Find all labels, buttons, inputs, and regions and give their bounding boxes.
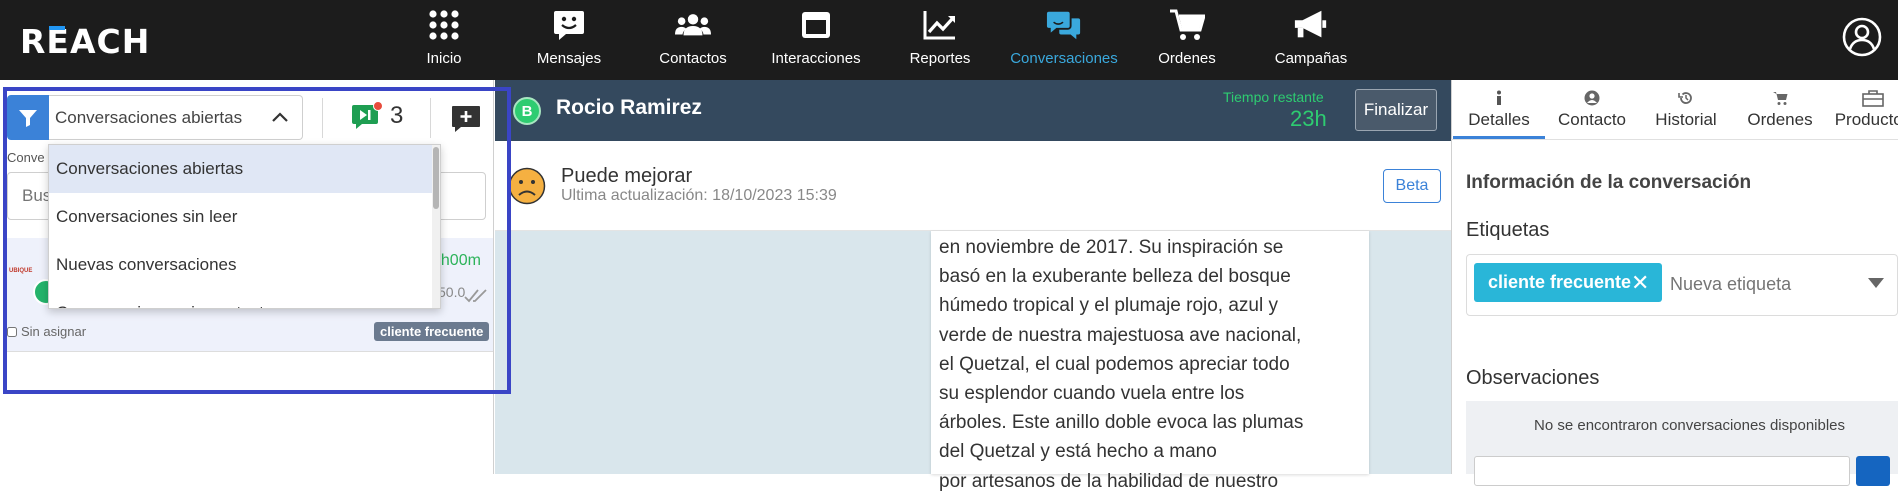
- time-remaining-label: Tiempo restante: [1223, 89, 1324, 105]
- nav-label: Contactos: [659, 50, 727, 67]
- filter-dropdown-menu[interactable]: Conversaciones abiertas Conversaciones s…: [48, 144, 441, 309]
- top-navbar: REACH Inicio Mensajes Contactos Interacc…: [0, 0, 1898, 80]
- user-account-icon[interactable]: [1842, 17, 1882, 57]
- message-text: en noviembre de 2017. Su inspiración se …: [939, 233, 1351, 496]
- time-remaining-value: 23h: [1290, 106, 1327, 131]
- nav-conversaciones[interactable]: Conversaciones: [1010, 8, 1118, 72]
- unassigned-label: Sin asignar: [21, 324, 87, 339]
- conversation-info-title: Información de la conversación: [1466, 172, 1752, 193]
- beta-button[interactable]: Beta: [1383, 169, 1441, 203]
- nav-label: Inicio: [426, 50, 462, 67]
- conversation-filter-select[interactable]: Conversaciones abiertas: [49, 95, 303, 140]
- observation-input[interactable]: [1474, 456, 1850, 486]
- nav-label: Mensajes: [536, 50, 602, 67]
- nav-ordenes[interactable]: Ordenes: [1158, 8, 1216, 72]
- new-conversations-counter[interactable]: 3: [352, 101, 403, 131]
- tabs-divider: [1451, 139, 1898, 140]
- observations-label: Observaciones: [1466, 367, 1600, 389]
- tab-label: Ordenes: [1747, 110, 1813, 129]
- nav-label: Conversaciones: [1010, 50, 1118, 67]
- remove-tag-icon[interactable]: ✕: [1631, 270, 1649, 296]
- unassigned-checkbox[interactable]: [7, 326, 17, 337]
- tab-historial[interactable]: Historial: [1651, 88, 1721, 140]
- history-icon: [1678, 88, 1694, 108]
- nav-label: Ordenes: [1158, 50, 1216, 67]
- dropdown-option[interactable]: Conversaciones sin leer: [49, 193, 440, 241]
- message-line: árboles. Este anillo doble evoca las plu…: [939, 412, 1304, 434]
- new-conversation-icon[interactable]: [451, 104, 481, 134]
- filter-selected-value: Conversaciones abiertas: [55, 107, 243, 127]
- new-tag-input[interactable]: [1670, 270, 1850, 298]
- message-line: del Quetzal y está hecho a mano: [939, 441, 1217, 463]
- window-icon: [798, 8, 834, 42]
- nav-mensajes[interactable]: Mensajes: [536, 8, 602, 72]
- new-count: 3: [390, 102, 404, 129]
- box-icon: [1861, 88, 1885, 108]
- active-tab-indicator: [1453, 136, 1545, 139]
- dropdown-scrollbar[interactable]: [432, 145, 440, 308]
- tab-label: Detalles: [1468, 110, 1530, 129]
- sentiment-title: Puede mejorar: [561, 165, 693, 187]
- conversations-label: Conve: [7, 150, 45, 165]
- message-line: húmedo tropical y el plumaje rojo, azul …: [939, 295, 1279, 317]
- message-line: basó en la exuberante belleza del bosque: [939, 266, 1291, 288]
- message-icon: [551, 8, 587, 42]
- caret-down-icon[interactable]: [1867, 277, 1885, 289]
- divider: [430, 98, 431, 138]
- user-circle-icon: [1584, 88, 1600, 108]
- info-icon: [1495, 88, 1503, 108]
- contact-name: Rocio Ramirez: [556, 96, 702, 119]
- filter-icon: [19, 109, 37, 127]
- observations-empty-message: No se encontraron conversaciones disponi…: [1534, 417, 1846, 434]
- nav-campanas[interactable]: Campañas: [1274, 8, 1348, 72]
- tab-label: Productos: [1834, 110, 1898, 129]
- tab-contacto[interactable]: Contacto: [1556, 88, 1628, 140]
- nav-inicio[interactable]: Inicio: [419, 8, 469, 72]
- message-line: el Quetzal, el cual podemos apreciar tod…: [939, 353, 1290, 375]
- reach-logo[interactable]: REACH: [20, 22, 150, 61]
- nav-contactos[interactable]: Contactos: [659, 8, 727, 72]
- nav-label: Campañas: [1274, 50, 1348, 67]
- message-line: en noviembre de 2017. Su inspiración se: [939, 237, 1284, 258]
- tab-detalles[interactable]: Detalles: [1466, 88, 1532, 140]
- nav-interacciones[interactable]: Interacciones: [771, 8, 861, 72]
- sad-face-icon: [508, 167, 546, 205]
- cart-icon: [1772, 88, 1788, 108]
- filter-button[interactable]: [7, 95, 49, 140]
- tags-label: Etiquetas: [1466, 219, 1550, 241]
- card-tag: cliente frecuente: [374, 322, 490, 341]
- nav-label: Reportes: [909, 50, 971, 67]
- grid-icon: [426, 8, 462, 42]
- megaphone-icon: [1293, 8, 1329, 42]
- message-line: por artesanos de la habilidad de nuestro: [939, 470, 1279, 492]
- dropdown-option[interactable]: Conversaciones abiertas: [49, 145, 440, 193]
- finish-button[interactable]: Finalizar: [1355, 89, 1437, 131]
- sentiment-updated: Ultima actualización: 18/10/2023 15:39: [561, 187, 837, 204]
- message-line: verde de nuestra majestuosa ave nacional…: [939, 324, 1302, 346]
- chevron-up-icon: [272, 112, 288, 122]
- chat-icon: [1046, 8, 1082, 42]
- card-amount: 50.0: [438, 284, 466, 300]
- chart-icon: [922, 8, 958, 42]
- cart-icon: [1169, 8, 1205, 42]
- users-icon: [675, 8, 711, 42]
- scrollbar-thumb[interactable]: [433, 147, 439, 209]
- message-line: su esplendor cuando vuela entre los: [939, 383, 1245, 405]
- tab-ordenes[interactable]: Ordenes: [1746, 88, 1814, 140]
- nav-reportes[interactable]: Reportes: [909, 8, 971, 72]
- unassigned-checkbox-row[interactable]: Sin asignar: [7, 324, 86, 339]
- tab-label: Contacto: [1557, 110, 1627, 129]
- whatsapp-business-icon: B: [513, 97, 541, 125]
- tab-productos[interactable]: Productos: [1833, 88, 1898, 140]
- nav-label: Interacciones: [771, 50, 861, 67]
- tag-chip-label: cliente frecuente: [1488, 272, 1632, 292]
- dropdown-option[interactable]: Nuevas conversaciones: [49, 241, 440, 289]
- double-check-icon: [464, 289, 487, 303]
- tab-label: Historial: [1655, 110, 1717, 129]
- send-observation-button[interactable]: [1856, 456, 1890, 486]
- divider: [322, 98, 323, 138]
- dropdown-option[interactable]: Conversaciones sin contestar: [49, 289, 440, 308]
- new-message-icon: [352, 101, 383, 129]
